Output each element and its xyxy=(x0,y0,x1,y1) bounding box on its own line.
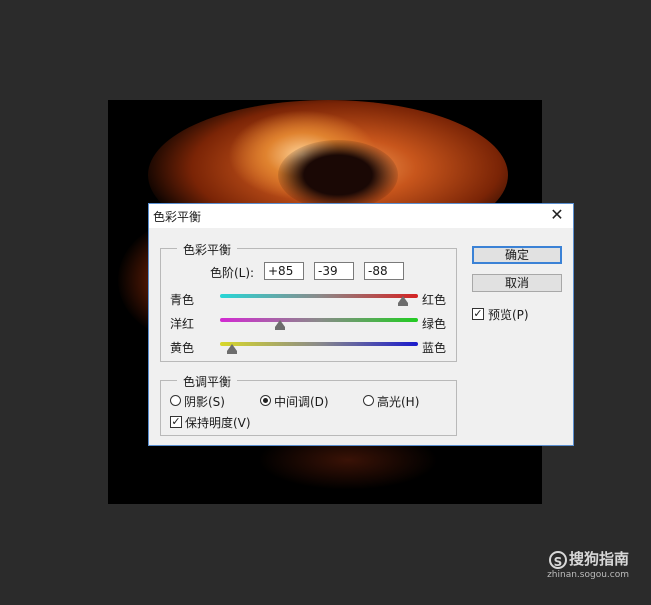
shadows-label[interactable]: 阴影(S) xyxy=(184,393,225,410)
preserve-luminosity-label[interactable]: 保持明度(V) xyxy=(185,414,251,431)
color-balance-dialog: 色彩平衡 ✕ 色彩平衡 色阶(L): +85 -39 -88 青色 红色 洋红 … xyxy=(148,203,574,446)
flame-image-region xyxy=(278,140,398,210)
yellow-blue-slider-track[interactable] xyxy=(220,342,418,346)
preview-label[interactable]: 预览(P) xyxy=(488,306,529,323)
magenta-green-slider-track[interactable] xyxy=(220,318,418,322)
watermark-text: 搜狗指南 xyxy=(568,550,629,568)
slider-red-label: 红色 xyxy=(422,293,447,307)
tone-balance-group: 色调平衡 阴影(S) 中间调(D) 高光(H) ✓ 保持明度(V) xyxy=(160,373,457,436)
preserve-luminosity-checkbox[interactable]: ✓ xyxy=(170,416,182,428)
ok-button[interactable]: 确定 xyxy=(472,246,562,264)
yellow-blue-slider-thumb[interactable] xyxy=(226,344,237,354)
dialog-title: 色彩平衡 xyxy=(153,210,202,224)
close-icon[interactable]: ✕ xyxy=(549,207,565,223)
preview-checkbox[interactable]: ✓ xyxy=(472,308,484,320)
cyan-red-slider-track[interactable] xyxy=(220,294,418,298)
slider-magenta-label: 洋红 xyxy=(170,317,195,331)
sogou-watermark: S 搜狗指南 xyxy=(548,548,629,569)
highlights-label[interactable]: 高光(H) xyxy=(377,393,419,410)
level-cyan-red-input[interactable]: +85 xyxy=(264,262,304,280)
color-balance-group: 色彩平衡 色阶(L): +85 -39 -88 青色 红色 洋红 绿色 黄色 蓝… xyxy=(160,241,457,362)
slider-cyan-label: 青色 xyxy=(170,293,195,307)
title-bar[interactable]: 色彩平衡 ✕ xyxy=(149,204,573,228)
midtones-label[interactable]: 中间调(D) xyxy=(274,393,329,410)
slider-blue-label: 蓝色 xyxy=(422,341,447,355)
midtones-radio[interactable] xyxy=(260,395,271,406)
cancel-button[interactable]: 取消 xyxy=(472,274,562,292)
slider-green-label: 绿色 xyxy=(422,317,447,331)
shadows-radio[interactable] xyxy=(170,395,181,406)
highlights-radio[interactable] xyxy=(363,395,374,406)
slider-yellow-label: 黄色 xyxy=(170,341,195,355)
cyan-red-slider-thumb[interactable] xyxy=(398,296,409,306)
color-balance-legend: 色彩平衡 xyxy=(177,241,238,258)
level-yellow-blue-input[interactable]: -88 xyxy=(364,262,404,280)
color-levels-label: 色阶(L): xyxy=(210,266,255,280)
level-magenta-green-input[interactable]: -39 xyxy=(314,262,354,280)
sogou-logo-icon: S xyxy=(548,550,567,569)
tone-balance-legend: 色调平衡 xyxy=(177,373,238,390)
magenta-green-slider-thumb[interactable] xyxy=(275,320,286,330)
watermark-url: zhinan.sogou.com xyxy=(547,570,629,580)
